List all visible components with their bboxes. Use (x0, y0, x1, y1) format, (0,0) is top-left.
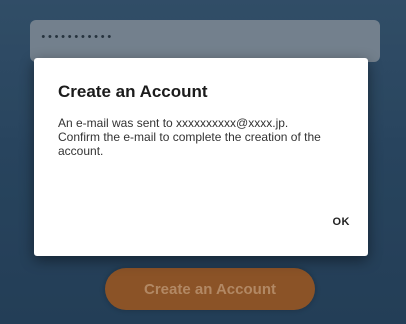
dialog-title: Create an Account (58, 82, 208, 101)
dialog-message-line-confirm: Confirm the e-mail to complete the creat… (58, 130, 321, 158)
dialog-message-line-email: An e-mail was sent to xxxxxxxxxx@xxxx.jp… (58, 116, 289, 130)
ok-button[interactable]: OK (329, 212, 355, 232)
dialog-message: An e-mail was sent to xxxxxxxxxx@xxxx.jp… (58, 116, 344, 158)
confirmation-dialog: Create an Account An e-mail was sent to … (34, 58, 368, 256)
